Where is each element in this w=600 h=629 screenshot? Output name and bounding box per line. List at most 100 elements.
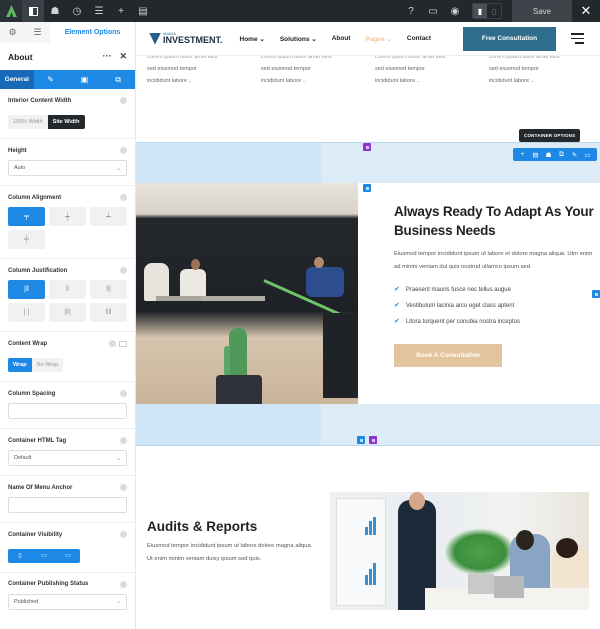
sidebar-toggle-icon[interactable] [22,0,44,22]
align-top-button[interactable]: ╤ [8,207,45,226]
justify-between-button[interactable]: | | [8,303,45,322]
help-icon[interactable] [120,437,127,444]
option-label: Height [8,147,27,154]
close-panel-icon[interactable]: ✕ [119,51,127,62]
library-icon[interactable]: ☗ [44,0,66,22]
width-100-button[interactable]: 100% Width [8,115,48,129]
column-drag-handle[interactable] [363,184,371,192]
menu-item-solutions[interactable]: Solutions ⌄ [280,35,317,43]
container-handle-bottom[interactable] [369,436,377,444]
help-icon[interactable] [120,194,127,201]
container-padding-bottom[interactable] [136,404,600,446]
settings-icon[interactable]: ▭ [581,151,594,159]
gear-icon[interactable]: ⚙ [0,22,25,43]
option-visibility: Container Visibility ▯ ▭ ▭ [0,523,135,573]
help-icon[interactable] [120,267,127,274]
justify-evenly-button[interactable]: ‖‖ [90,303,127,322]
menu-item-contact[interactable]: Contact [407,35,431,43]
edit-icon[interactable]: ✎ [568,151,581,159]
delete-icon[interactable]: ▤ [529,151,542,159]
help-icon[interactable] [109,340,116,347]
logo-mark-icon [149,32,161,45]
add-icon[interactable]: + [110,0,132,22]
container-drag-handle[interactable] [363,143,371,151]
extras-icon[interactable]: ⧉ [101,70,135,89]
hamburger-menu-icon[interactable] [571,33,584,44]
teaser-line: Lorem ipsum dolor amet elits [489,56,560,60]
menu-item-home[interactable]: Home ⌄ [240,35,265,43]
site-logo[interactable]: AVADA INVESTMENT. [149,32,223,45]
help-icon[interactable] [120,580,127,588]
option-label: Interior Content Width [8,97,72,104]
help-icon[interactable] [120,531,127,538]
desktop-icon[interactable]: ▭ [56,549,80,563]
menu-item-about[interactable]: About [332,35,351,43]
option-label: Content Wrap [8,340,48,347]
option-column-justification: Column Justification |‖ ‖ ‖| | | |‖| ‖‖ [0,259,135,332]
column-spacing-input[interactable] [8,403,127,419]
no-wrap-button[interactable]: No Wrap [31,358,64,372]
save-library-icon[interactable]: ☗ [542,151,555,159]
meeting-photo [330,492,589,610]
html-tag-select[interactable]: Default ⌄ [8,450,127,466]
justify-start-button[interactable]: |‖ [8,280,45,299]
help-icon[interactable] [120,147,127,154]
tab-element-options[interactable]: Element Options [50,22,135,43]
height-select[interactable]: Auto ⌄ [8,160,127,176]
book-consultation-button[interactable]: Book A Consultation [394,344,502,367]
visibility-toggle: ▯ ▭ ▭ [8,548,80,563]
free-consultation-button[interactable]: Free Consultation [463,26,556,51]
teaser-line: sed eiusmod tempor [489,66,539,72]
help-icon[interactable] [120,97,127,104]
menu-item-pages[interactable]: Pages ⌄ [365,35,391,43]
design-icon[interactable]: ✎ [34,70,68,89]
element-title: About [8,51,33,62]
page-canvas: AVADA INVESTMENT. Home ⌄ Solutions ⌄ Abo… [136,22,600,629]
publishing-status-select[interactable]: Published ⌄ [8,593,127,610]
page-icon[interactable]: ▮ [473,4,487,18]
about-text: Eiusmod tempor incididunt ipsum ut labor… [394,251,593,270]
add-column-icon[interactable]: + [516,151,529,158]
responsive-icon[interactable] [119,340,127,347]
clipboard-icon[interactable]: ▤ [132,0,154,22]
preview-eye-icon[interactable]: ◉ [444,0,466,22]
clone-icon[interactable]: ⧉ [555,151,568,159]
menu-anchor-input[interactable] [8,497,127,513]
navigator-icon[interactable]: ☰ [25,22,50,43]
avada-logo-icon[interactable] [0,0,22,22]
save-button[interactable]: Save [512,0,572,22]
justify-end-button[interactable]: ‖| [90,280,127,299]
site-width-button[interactable]: Site Width [47,115,85,129]
checklist-text: Praesent mauris fusce nec tellus augue [405,287,511,293]
help-icon[interactable] [120,390,127,397]
layout-icon[interactable]: ☰ [88,0,110,22]
justify-center-button[interactable]: ‖ [49,280,86,299]
justify-around-button[interactable]: |‖| [49,303,86,322]
more-options-icon[interactable]: ··· [102,51,111,62]
tablet-icon[interactable]: ▭ [32,549,56,563]
option-label: Container Publishing Status [8,581,89,587]
option-label: Container HTML Tag [8,437,67,444]
option-subtabs: General ✎ ▣ ⧉ [0,70,135,89]
close-icon[interactable]: ✕ [572,0,600,22]
help-icon[interactable]: ? [400,0,422,22]
option-publishing-status: Container Publishing Status Published ⌄ [0,573,135,619]
align-stretch-button[interactable]: ╪ [8,230,45,249]
about-section: Always Ready To Adapt As Your Business N… [394,202,594,367]
checklist-item: ✔ Praesent mauris fusce nec tellus augue [394,282,594,298]
mobile-icon[interactable]: ▯ [8,549,32,563]
page-mode-toggle[interactable]: ▮ ▯ [472,3,502,19]
page-outline-icon[interactable]: ▯ [487,4,501,18]
history-icon[interactable]: ◷ [66,0,88,22]
align-bottom-button[interactable]: ┷ [90,207,127,226]
background-icon[interactable]: ▣ [68,70,102,89]
select-value: Published [14,598,39,605]
about-title: Always Ready To Adapt As Your Business N… [394,204,594,238]
teaser-line: incididunt labore .. [489,78,534,85]
desktop-preview-icon[interactable]: ▭ [422,0,444,22]
column-handle-bottom[interactable] [357,436,365,444]
wrap-button[interactable]: Wrap [8,358,32,372]
subtab-general[interactable]: General [0,70,34,89]
help-icon[interactable] [120,484,127,491]
align-center-button[interactable]: ┿ [49,207,86,226]
